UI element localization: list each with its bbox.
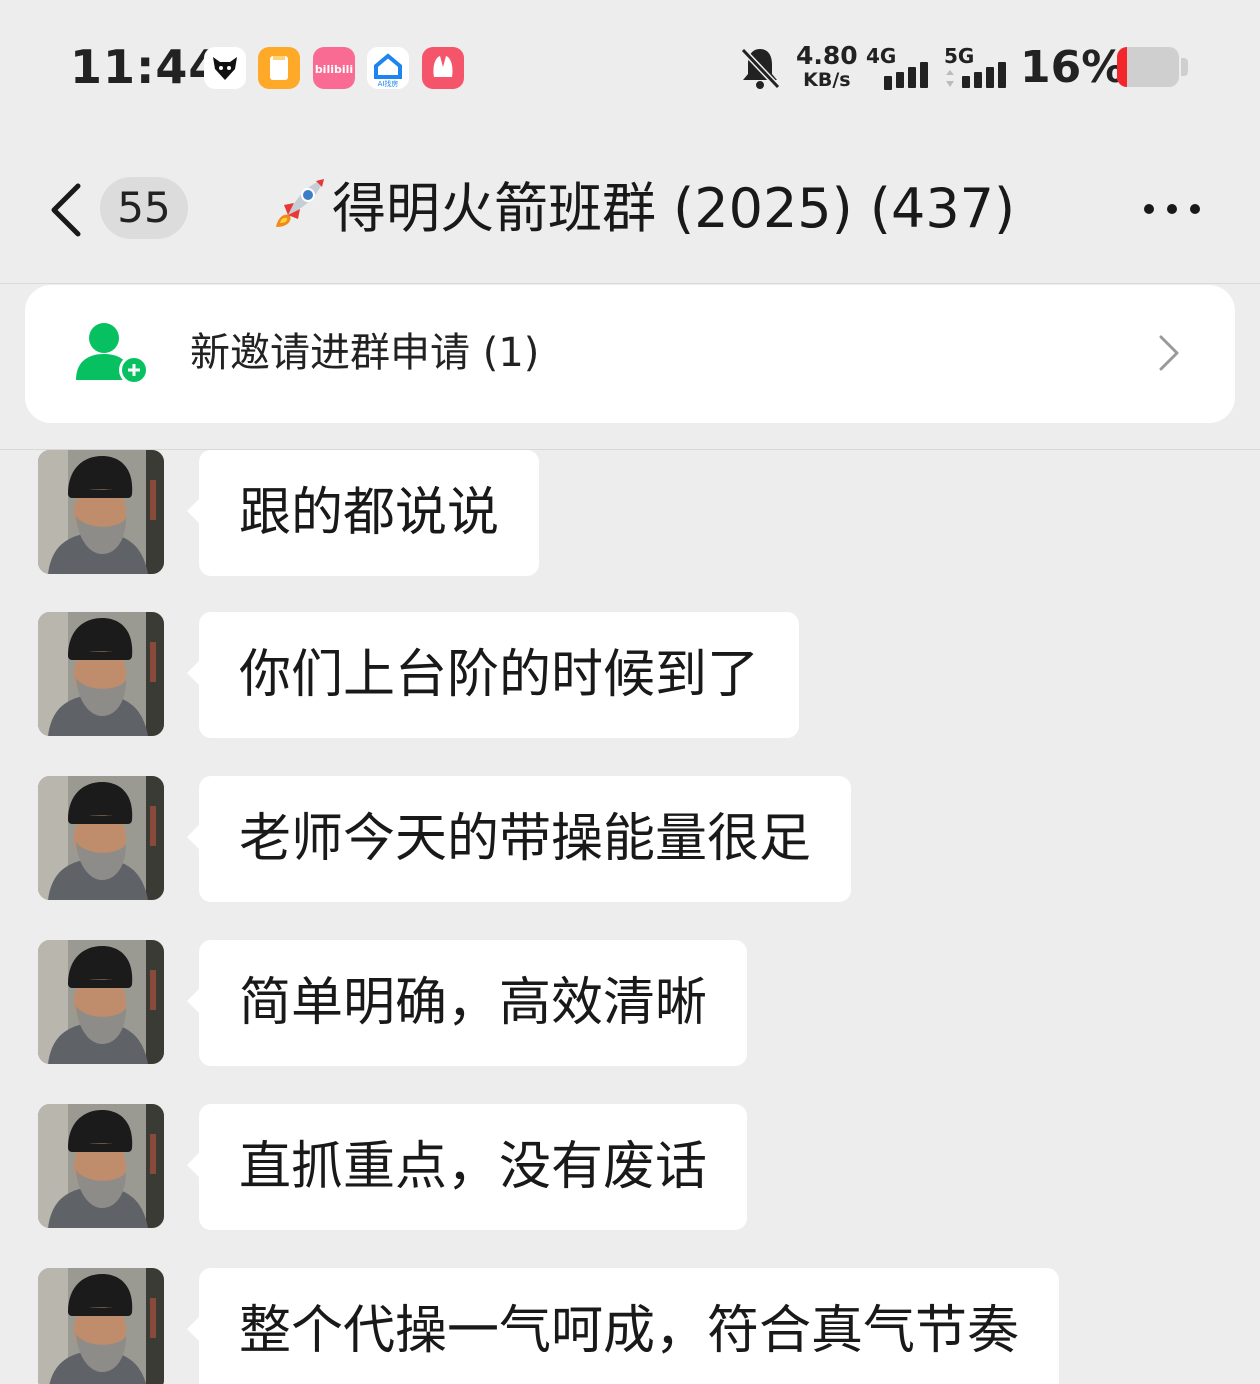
back-button[interactable] bbox=[46, 180, 86, 240]
avatar[interactable] bbox=[38, 450, 164, 574]
svg-text:AI找房: AI找房 bbox=[378, 79, 399, 88]
avatar[interactable] bbox=[38, 940, 164, 1064]
message-bubble[interactable]: 老师今天的带操能量很足 bbox=[186, 776, 852, 902]
battery-tip bbox=[1181, 58, 1188, 76]
message-bubble[interactable]: 整个代操一气呵成，符合真气节奏 bbox=[186, 1268, 1060, 1384]
person-portrait-icon bbox=[38, 450, 164, 574]
message-item: 老师今天的带操能量很足 bbox=[0, 776, 1260, 902]
message-bubble[interactable]: 简单明确，高效清晰 bbox=[186, 940, 748, 1066]
rocket-icon bbox=[268, 175, 328, 235]
message-bubble[interactable]: 跟的都说说 bbox=[186, 450, 540, 576]
fox-app-icon bbox=[204, 47, 246, 89]
unread-count-badge[interactable]: 55 bbox=[100, 177, 188, 239]
message-item: 简单明确，高效清晰 bbox=[0, 940, 1260, 1066]
signal-5g-strength-icon bbox=[946, 62, 1006, 88]
ai-app-icon: AI找房 bbox=[367, 47, 409, 89]
battery-icon bbox=[1117, 47, 1179, 87]
person-portrait-icon bbox=[38, 940, 164, 1064]
person-portrait-icon bbox=[38, 1104, 164, 1228]
xiaohongshu-icon bbox=[422, 47, 464, 89]
message-item: 跟的都说说 bbox=[0, 450, 1260, 576]
svg-text:bilibili: bilibili bbox=[315, 63, 353, 76]
chevron-left-icon bbox=[51, 183, 81, 237]
message-list[interactable]: 跟的都说说 你们上台阶的时候到了 老师今天的带操能量很足 简单明确，高效清晰 直… bbox=[0, 450, 1260, 1384]
person-portrait-icon bbox=[38, 612, 164, 736]
more-options-button[interactable] bbox=[1140, 194, 1204, 224]
avatar[interactable] bbox=[38, 1104, 164, 1228]
message-item: 你们上台阶的时候到了 bbox=[0, 612, 1260, 738]
join-request-text: 新邀请进群申请 (1) bbox=[190, 330, 540, 376]
message-bubble[interactable]: 你们上台阶的时候到了 bbox=[186, 612, 800, 738]
avatar[interactable] bbox=[38, 612, 164, 736]
person-portrait-icon bbox=[38, 1268, 164, 1384]
clock: 11:44 bbox=[70, 40, 222, 94]
message-bubble[interactable]: 直抓重点，没有废话 bbox=[186, 1104, 748, 1230]
status-bar: 11:44 bilibili AI找房 4.80 KB/s 4G 5G 16% bbox=[0, 0, 1260, 130]
note-app-icon bbox=[258, 47, 300, 89]
network-speed: 4.80 KB/s bbox=[796, 41, 858, 91]
message-item: 整个代操一气呵成，符合真气节奏 bbox=[0, 1268, 1260, 1384]
avatar[interactable] bbox=[38, 776, 164, 900]
battery-level bbox=[1117, 47, 1127, 87]
chat-title: 得明火箭班群 (2025) (437) bbox=[268, 174, 1015, 244]
battery-percent: 16% bbox=[1020, 42, 1126, 93]
chat-header: 55 得明火箭班群 (2025) (437) bbox=[0, 130, 1260, 284]
header-divider bbox=[0, 283, 1260, 284]
message-item: 直抓重点，没有废话 bbox=[0, 1104, 1260, 1230]
signal-4g-strength-icon bbox=[884, 62, 928, 88]
avatar[interactable] bbox=[38, 1268, 164, 1384]
add-user-icon bbox=[74, 320, 150, 386]
bilibili-icon: bilibili bbox=[313, 47, 355, 89]
chat-title-text: 得明火箭班群 (2025) (437) bbox=[332, 177, 1016, 240]
mute-bell-icon bbox=[738, 44, 782, 92]
chevron-right-icon bbox=[1153, 333, 1183, 373]
person-portrait-icon bbox=[38, 776, 164, 900]
join-request-notice[interactable]: 新邀请进群申请 (1) bbox=[25, 285, 1235, 423]
